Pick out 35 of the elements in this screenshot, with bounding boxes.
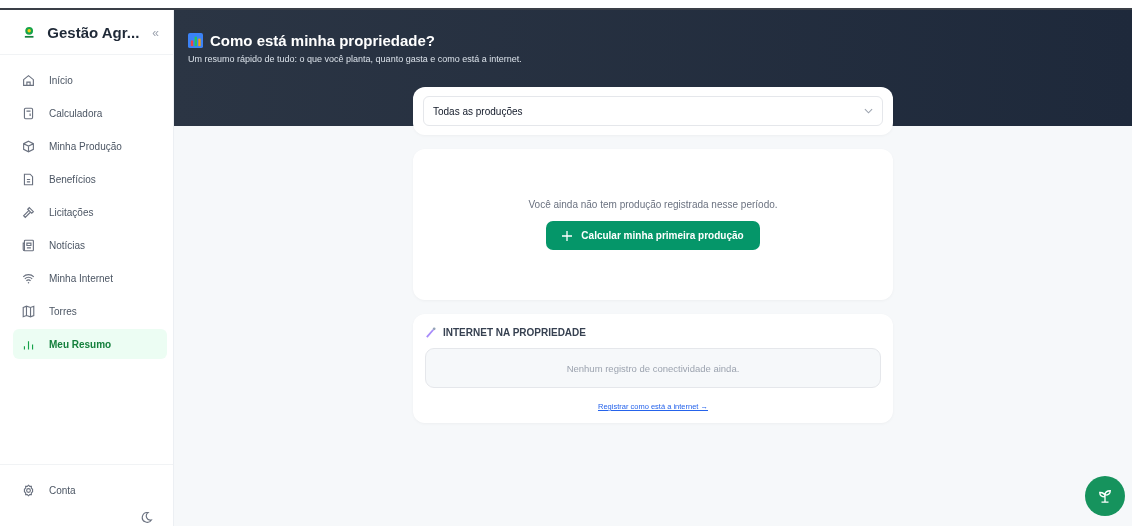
calculator-icon xyxy=(22,106,35,120)
home-icon xyxy=(22,73,35,87)
nav-item[interactable]: Conta xyxy=(13,475,167,505)
empty-message: Você ainda não tem produção registrada nesse período. xyxy=(528,199,778,210)
gavel-icon xyxy=(22,205,35,219)
newspaper-icon xyxy=(22,238,35,252)
page-title: Como está minha propriedade? xyxy=(210,32,436,49)
nav-item[interactable]: Meu Resumo xyxy=(13,329,167,359)
nav-item[interactable]: Início xyxy=(13,65,167,95)
document-icon xyxy=(22,172,35,186)
settings-icon xyxy=(22,483,35,497)
empty-state-box: Nenhum registro de conectividade ainda. xyxy=(425,348,881,388)
antenna-icon xyxy=(425,327,436,338)
nav-item[interactable]: Torres xyxy=(13,296,167,326)
nav-item[interactable]: Licitações xyxy=(13,197,167,227)
cube-icon xyxy=(22,139,35,153)
floating-action-button[interactable] xyxy=(1085,476,1125,516)
sprout-icon xyxy=(1098,489,1112,503)
nav-item[interactable]: Notícias xyxy=(13,230,167,260)
nav-item[interactable]: Benefícios xyxy=(13,164,167,194)
nav-item[interactable]: Minha Produção xyxy=(13,131,167,161)
plus-icon xyxy=(562,230,573,241)
wifi-icon xyxy=(22,271,35,285)
nav-item[interactable]: Calculadora xyxy=(13,98,167,128)
moon-icon[interactable] xyxy=(140,511,153,524)
nav-item[interactable]: Minha Internet xyxy=(13,263,167,293)
plant-logo-icon xyxy=(24,26,35,39)
app-title: Gestão Agr... xyxy=(47,24,140,41)
chevron-down-icon xyxy=(864,108,873,114)
bar-chart-icon xyxy=(188,33,203,48)
map-icon xyxy=(22,304,35,318)
page-subtitle: Um resumo rápido de tudo: o que você planta, quanto gasta e como está a internet. xyxy=(188,54,523,64)
calculate-button[interactable]: Calcular minha primeira produção xyxy=(546,221,760,250)
section-title: INTERNET NA PROPRIEDADE xyxy=(443,327,586,338)
production-select[interactable]: Todas as produções xyxy=(423,96,883,126)
